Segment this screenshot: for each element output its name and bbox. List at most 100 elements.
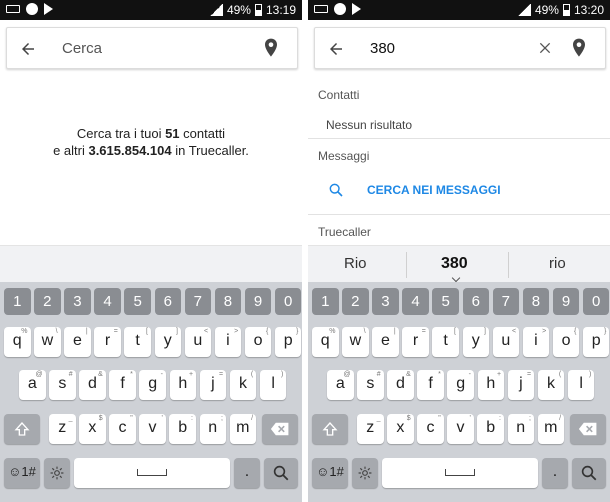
- key-9[interactable]: 9: [552, 288, 580, 315]
- key-2[interactable]: 2: [34, 288, 61, 315]
- key-e[interactable]: e |: [372, 327, 399, 357]
- key-q[interactable]: q%: [4, 327, 31, 357]
- shift-key[interactable]: [4, 414, 40, 444]
- key-5[interactable]: 5: [432, 288, 459, 315]
- key-l[interactable]: l): [259, 370, 287, 400]
- key-p[interactable]: p}: [582, 327, 610, 357]
- key-0[interactable]: 0: [582, 288, 610, 315]
- key-7[interactable]: 7: [184, 288, 212, 315]
- key-z[interactable]: z _: [357, 414, 384, 444]
- key-q[interactable]: q%: [312, 327, 339, 357]
- suggestion-item-selected[interactable]: 380: [441, 255, 468, 273]
- key-w[interactable]: w \: [342, 327, 369, 357]
- settings-key[interactable]: [352, 458, 378, 488]
- key-l[interactable]: l): [567, 370, 595, 400]
- key-g[interactable]: g-: [139, 370, 166, 400]
- key-s[interactable]: s #: [49, 370, 76, 400]
- key-secondary-symbol: ;: [221, 415, 223, 422]
- backspace-key[interactable]: [262, 414, 298, 444]
- key-h[interactable]: h +: [477, 370, 505, 400]
- key-u[interactable]: u <: [184, 327, 212, 357]
- key-y[interactable]: y]: [462, 327, 489, 357]
- key-1[interactable]: 1: [312, 288, 339, 315]
- key-5[interactable]: 5: [124, 288, 151, 315]
- key-t[interactable]: t[: [124, 327, 151, 357]
- key-d[interactable]: d &: [387, 370, 414, 400]
- key-j[interactable]: j =: [199, 370, 227, 400]
- key-o[interactable]: o{: [244, 327, 272, 357]
- key-j[interactable]: j =: [507, 370, 535, 400]
- key-b[interactable]: b:: [169, 414, 196, 444]
- key-8[interactable]: 8: [522, 288, 550, 315]
- key-s[interactable]: s #: [357, 370, 384, 400]
- arrow-left-icon[interactable]: [327, 40, 345, 58]
- shift-key[interactable]: [312, 414, 348, 444]
- key-g[interactable]: g-: [447, 370, 474, 400]
- key-c[interactable]: c ": [417, 414, 444, 444]
- key-i[interactable]: i >: [522, 327, 550, 357]
- symbols-key[interactable]: ☺1#: [4, 458, 40, 488]
- key-f[interactable]: f *: [417, 370, 444, 400]
- key-t[interactable]: t[: [432, 327, 459, 357]
- key-x[interactable]: x $: [79, 414, 106, 444]
- settings-key[interactable]: [44, 458, 70, 488]
- key-1[interactable]: 1: [4, 288, 31, 315]
- key-c[interactable]: c ": [109, 414, 136, 444]
- key-f[interactable]: f *: [109, 370, 136, 400]
- key-4[interactable]: 4: [94, 288, 121, 315]
- key-e[interactable]: e |: [64, 327, 91, 357]
- key-y[interactable]: y]: [154, 327, 181, 357]
- period-key[interactable]: .: [542, 458, 568, 488]
- key-i[interactable]: i >: [214, 327, 242, 357]
- key-p[interactable]: p}: [274, 327, 302, 357]
- key-r[interactable]: r =: [402, 327, 429, 357]
- key-2[interactable]: 2: [342, 288, 369, 315]
- period-key[interactable]: .: [234, 458, 260, 488]
- key-4[interactable]: 4: [402, 288, 429, 315]
- key-3[interactable]: 3: [372, 288, 399, 315]
- key-3[interactable]: 3: [64, 288, 91, 315]
- suggestion-item[interactable]: Rio: [344, 255, 367, 272]
- key-secondary-symbol: ;: [529, 415, 531, 422]
- space-key[interactable]: [74, 458, 230, 488]
- key-8-label: 8: [223, 293, 233, 310]
- suggestion-item[interactable]: rio: [549, 255, 566, 272]
- close-icon[interactable]: [537, 40, 553, 56]
- key-9[interactable]: 9: [244, 288, 272, 315]
- key-7[interactable]: 7: [492, 288, 520, 315]
- key-z[interactable]: z _: [49, 414, 76, 444]
- location-pin-icon[interactable]: [571, 38, 587, 58]
- key-o[interactable]: o{: [552, 327, 580, 357]
- key-k[interactable]: k(: [537, 370, 565, 400]
- search-messages-button[interactable]: CERCA NEI MESSAGGI: [328, 182, 501, 198]
- space-key[interactable]: [382, 458, 538, 488]
- key-n[interactable]: n;: [199, 414, 226, 444]
- key-w[interactable]: w \: [34, 327, 61, 357]
- backspace-key[interactable]: [570, 414, 606, 444]
- key-a[interactable]: a @: [327, 370, 354, 400]
- key-x[interactable]: x $: [387, 414, 414, 444]
- key-d[interactable]: d &: [79, 370, 106, 400]
- key-6[interactable]: 6: [462, 288, 489, 315]
- key-u[interactable]: u <: [492, 327, 520, 357]
- key-v[interactable]: v ': [139, 414, 166, 444]
- key-r[interactable]: r =: [94, 327, 121, 357]
- search-input[interactable]: Cerca: [62, 40, 102, 57]
- key-6[interactable]: 6: [154, 288, 181, 315]
- search-input[interactable]: 380: [370, 40, 395, 57]
- search-key[interactable]: [264, 458, 298, 488]
- key-a[interactable]: a @: [19, 370, 46, 400]
- key-8[interactable]: 8: [214, 288, 242, 315]
- key-m[interactable]: m /: [537, 414, 565, 444]
- key-h[interactable]: h +: [169, 370, 197, 400]
- key-v[interactable]: v ': [447, 414, 474, 444]
- key-n[interactable]: n;: [507, 414, 534, 444]
- key-b[interactable]: b:: [477, 414, 504, 444]
- search-key[interactable]: [572, 458, 606, 488]
- location-pin-icon[interactable]: [263, 38, 279, 58]
- key-0[interactable]: 0: [274, 288, 302, 315]
- key-m[interactable]: m /: [229, 414, 257, 444]
- symbols-key[interactable]: ☺1#: [312, 458, 348, 488]
- arrow-left-icon[interactable]: [19, 40, 37, 58]
- key-k[interactable]: k(: [229, 370, 257, 400]
